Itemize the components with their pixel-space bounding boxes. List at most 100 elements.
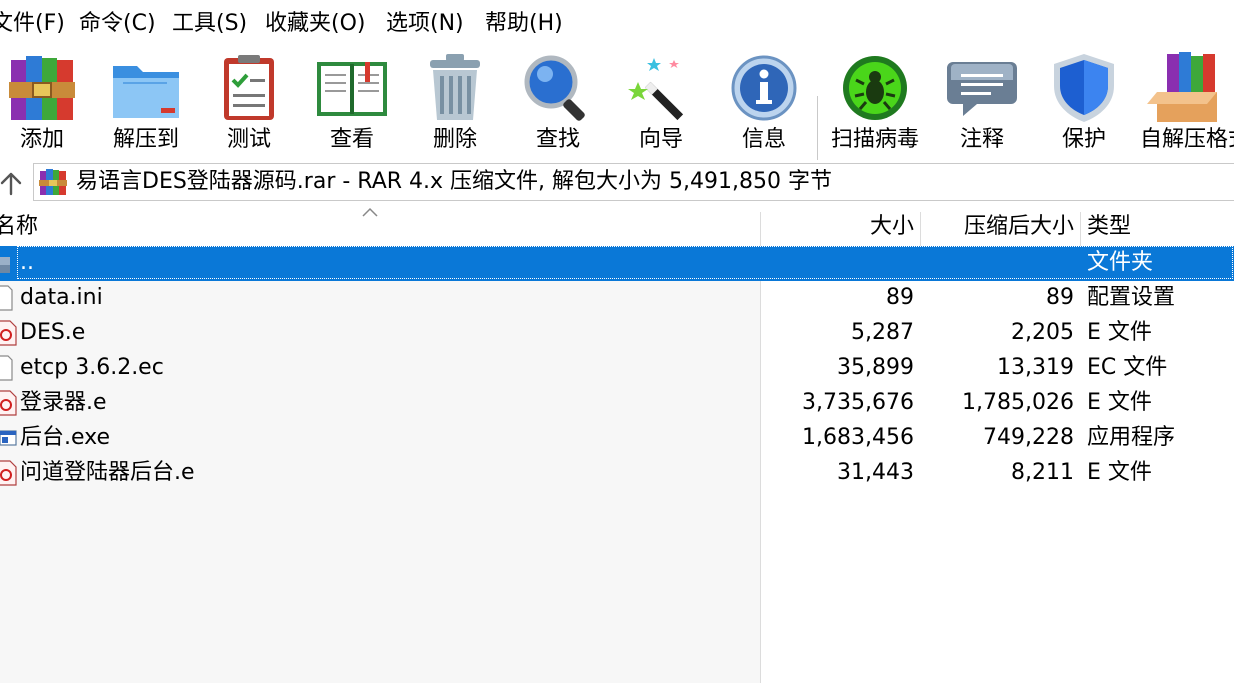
folder-up-icon [0,257,10,273]
comment-label: 注释 [959,127,1005,152]
e-file-icon [0,390,17,416]
list-header: 名称 大小 压缩后大小 类型 [0,206,1234,246]
file-name: 后台.exe [20,425,111,450]
file-size: 31,443 [837,460,914,485]
folder-icon [113,66,179,118]
find-button[interactable]: 查找 [516,46,600,158]
list-item[interactable]: 问道登陆器后台.e 31,443 8,211 E 文件 [0,456,1234,491]
file-packed-size: 8,211 [1011,460,1074,485]
file-size: 3,735,676 [802,390,914,415]
file-size: 5,287 [851,320,914,345]
list-item[interactable]: etcp 3.6.2.ec 35,899 13,319 EC 文件 [0,351,1234,386]
magnifier-icon [524,55,585,121]
menu-tools[interactable]: 工具(S) [172,9,247,39]
delete-button[interactable]: 删除 [413,46,497,158]
file-type: 配置设置 [1087,285,1176,310]
file-type: 应用程序 [1087,425,1176,450]
menu-options[interactable]: 选项(N) [386,9,464,39]
file-name: .. [20,250,34,275]
file-name: DES.e [20,320,86,345]
menu-help[interactable]: 帮助(H) [485,9,563,39]
file-name: 登录器.e [20,390,107,415]
column-header-name[interactable]: 名称 [0,206,38,246]
exe-file-icon [0,430,17,446]
e-file-icon [0,460,17,486]
view-button[interactable]: 查看 [310,46,394,158]
file-name: 问道登陆器后台.e [20,460,195,485]
toolbar: 添加 解压到 测试 查看 删除 查找 向导 信息 扫描病毒 注释 保护 自解压格 [0,46,1234,200]
wizard-label: 向导 [638,127,684,152]
bug-scan-icon [843,56,907,120]
column-divider[interactable] [760,212,761,246]
file-type: E 文件 [1087,390,1152,415]
file-size: 89 [886,285,914,310]
file-type: EC 文件 [1087,355,1168,380]
menu-favorites[interactable]: 收藏夹(O) [265,9,365,39]
file-type: E 文件 [1087,460,1152,485]
generic-file-icon [0,355,13,381]
file-name: etcp 3.6.2.ec [20,355,164,380]
column-divider[interactable] [1080,212,1081,246]
books-archive-icon [9,56,75,120]
add-button[interactable]: 添加 [0,46,84,158]
file-packed-size: 749,228 [983,425,1074,450]
protect-label: 保护 [1061,127,1107,152]
virus-scan-button[interactable]: 扫描病毒 [826,46,924,158]
find-label: 查找 [535,127,581,152]
speech-bubble-icon [947,62,1017,116]
extract-to-button[interactable]: 解压到 [104,46,188,158]
column-divider[interactable] [920,212,921,246]
file-name: data.ini [20,285,103,310]
address-field[interactable]: 易语言DES登陆器源码.rar - RAR 4.x 压缩文件, 解包大小为 5,… [33,163,1234,201]
address-bar: 易语言DES登陆器源码.rar - RAR 4.x 压缩文件, 解包大小为 5,… [0,160,1234,204]
sfx-button[interactable]: 自解压格式 [1140,46,1234,158]
virus-scan-label: 扫描病毒 [830,127,920,152]
column-header-type[interactable]: 类型 [1087,206,1131,246]
sfx-box-icon [1147,52,1217,122]
trash-can-icon [430,54,480,120]
menu-bar: 文件(F) 命令(C) 工具(S) 收藏夹(O) 选项(N) 帮助(H) [0,0,1234,46]
add-label: 添加 [19,127,65,152]
delete-label: 删除 [432,127,478,152]
rar-archive-icon [39,169,67,195]
comment-button[interactable]: 注释 [940,46,1024,158]
wizard-button[interactable]: 向导 [619,46,703,158]
shield-icon [1054,54,1114,122]
info-button[interactable]: 信息 [722,46,806,158]
file-packed-size: 13,319 [997,355,1074,380]
column-header-size[interactable]: 大小 [870,206,914,246]
file-type: E 文件 [1087,320,1152,345]
column-header-packed[interactable]: 压缩后大小 [964,206,1074,246]
generic-file-icon [0,285,13,311]
list-item[interactable]: 登录器.e 3,735,676 1,785,026 E 文件 [0,386,1234,421]
sfx-label: 自解压格式 [1140,127,1234,152]
test-button[interactable]: 测试 [207,46,291,158]
file-packed-size: 2,205 [1011,320,1074,345]
menu-file[interactable]: 文件(F) [0,9,65,39]
file-size: 35,899 [837,355,914,380]
menu-commands[interactable]: 命令(C) [79,9,156,39]
view-label: 查看 [329,127,375,152]
test-label: 测试 [226,127,272,152]
list-item-parent-folder[interactable]: .. 文件夹 [0,246,1234,281]
list-item[interactable]: 后台.exe 1,683,456 749,228 应用程序 [0,421,1234,456]
protect-button[interactable]: 保护 [1042,46,1126,158]
list-item[interactable]: DES.e 5,287 2,205 E 文件 [0,316,1234,351]
file-type: 文件夹 [1087,250,1154,275]
info-icon [731,55,797,121]
extract-to-label: 解压到 [112,127,180,152]
up-arrow-icon[interactable] [0,164,28,200]
open-book-icon [317,62,387,116]
file-size: 1,683,456 [802,425,914,450]
checklist-icon [224,55,274,120]
address-text: 易语言DES登陆器源码.rar - RAR 4.x 压缩文件, 解包大小为 5,… [76,169,832,194]
focus-rectangle [17,246,1233,279]
list-item[interactable]: data.ini 89 89 配置设置 [0,281,1234,316]
file-list: .. 文件夹 data.ini 89 89 配置设置 DES.e 5,287 2… [0,246,1234,683]
e-file-icon [0,320,17,346]
magic-wand-icon [628,58,684,121]
file-packed-size: 89 [1046,285,1074,310]
sort-ascending-icon [362,207,378,217]
info-label: 信息 [741,127,787,152]
file-packed-size: 1,785,026 [962,390,1074,415]
